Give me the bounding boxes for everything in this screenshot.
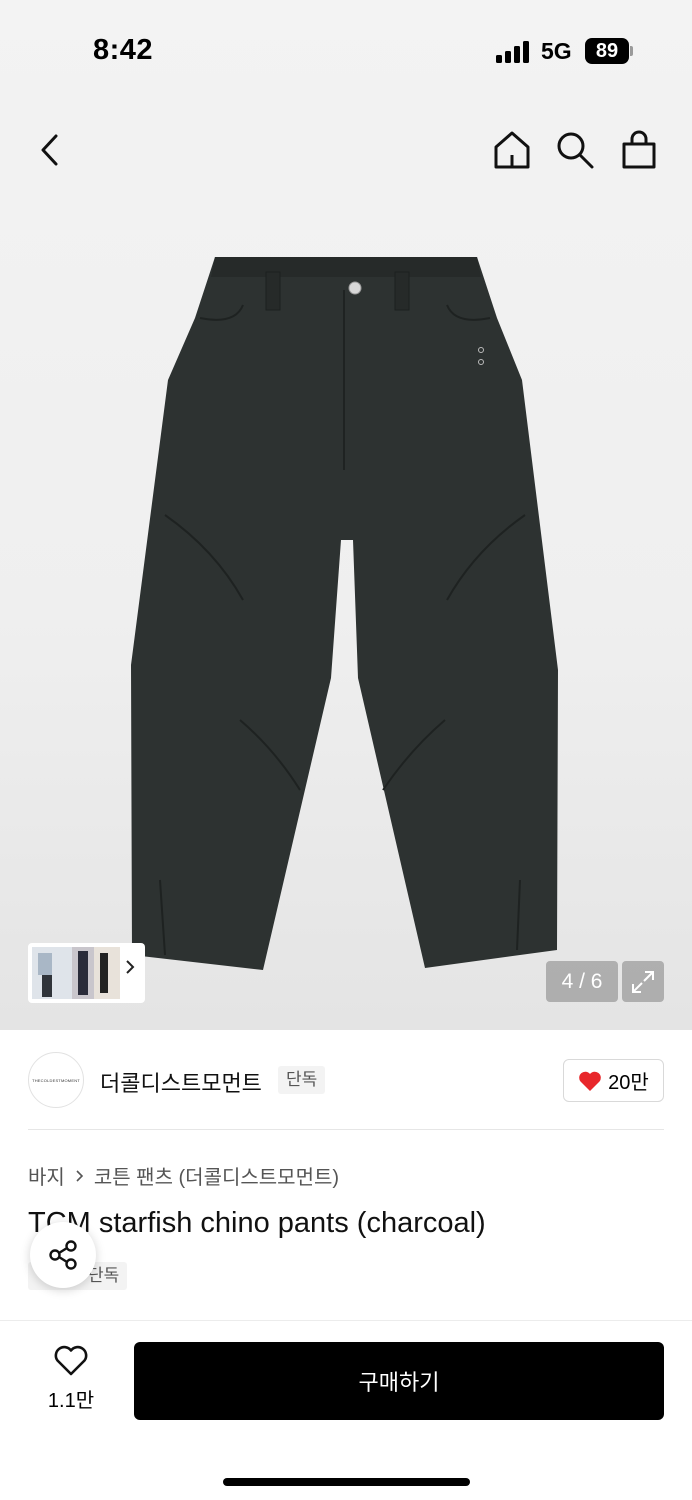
- brand-like-count: 20만: [608, 1072, 649, 1094]
- section-divider: [28, 1129, 664, 1130]
- home-icon: [494, 131, 530, 169]
- breadcrumb-category[interactable]: 바지: [28, 1161, 65, 1190]
- thumbnail-strip[interactable]: [28, 943, 145, 1003]
- wishlist-count: 1.1만: [47, 1390, 95, 1412]
- status-time: 8:42: [93, 34, 154, 66]
- signal-icon: [496, 41, 529, 63]
- brand-like-button[interactable]: 20만: [563, 1059, 664, 1102]
- brand-logo-text: THECOLDESTMOMENT: [32, 1077, 80, 1083]
- exclusive-badge: 단독: [278, 1066, 326, 1094]
- back-icon: [41, 134, 58, 166]
- product-image-pants[interactable]: [125, 250, 565, 980]
- home-button[interactable]: [490, 128, 534, 172]
- chevron-right-icon: [76, 1169, 83, 1182]
- battery-indicator: 89: [585, 38, 629, 64]
- battery-nub: [630, 46, 633, 56]
- share-icon: [49, 1240, 77, 1270]
- brand-logo[interactable]: THECOLDESTMOMENT: [28, 1052, 84, 1108]
- back-button[interactable]: [28, 128, 72, 172]
- chevron-right-icon: [126, 960, 135, 974]
- breadcrumb: 바지 코튼 팬츠 (더콜디스트모먼트): [28, 1161, 339, 1190]
- network-label: 5G: [541, 38, 572, 64]
- brand-name[interactable]: 더콜디스트모먼트: [100, 1066, 262, 1098]
- home-indicator[interactable]: [223, 1478, 470, 1486]
- share-button[interactable]: [30, 1222, 96, 1288]
- fullscreen-button[interactable]: [622, 961, 664, 1002]
- bottom-action-bar: 1.1만 구매하기: [0, 1320, 692, 1500]
- product-gallery[interactable]: 8:42 5G 89 4 / 6: [0, 0, 692, 1030]
- search-icon: [557, 132, 594, 169]
- search-button[interactable]: [553, 128, 597, 172]
- buy-button[interactable]: 구매하기: [134, 1342, 664, 1420]
- thumbnail-images: [32, 947, 120, 999]
- brand-row[interactable]: THECOLDESTMOMENT 더콜디스트모먼트 단독 20만: [0, 1030, 692, 1130]
- shopping-bag-icon: [622, 130, 656, 169]
- breadcrumb-subcategory[interactable]: 코튼 팬츠 (더콜디스트모먼트): [94, 1161, 339, 1190]
- expand-icon: [632, 970, 654, 993]
- product-title: TCM starfish chino pants (charcoal): [28, 1207, 486, 1239]
- heart-filled-icon: [579, 1071, 601, 1091]
- gallery-page-counter: 4 / 6: [546, 961, 618, 1002]
- heart-outline-icon: [54, 1345, 88, 1376]
- status-bar: 8:42 5G 89: [0, 0, 692, 100]
- wishlist-button[interactable]: 1.1만: [40, 1345, 102, 1413]
- cart-button[interactable]: [617, 128, 661, 172]
